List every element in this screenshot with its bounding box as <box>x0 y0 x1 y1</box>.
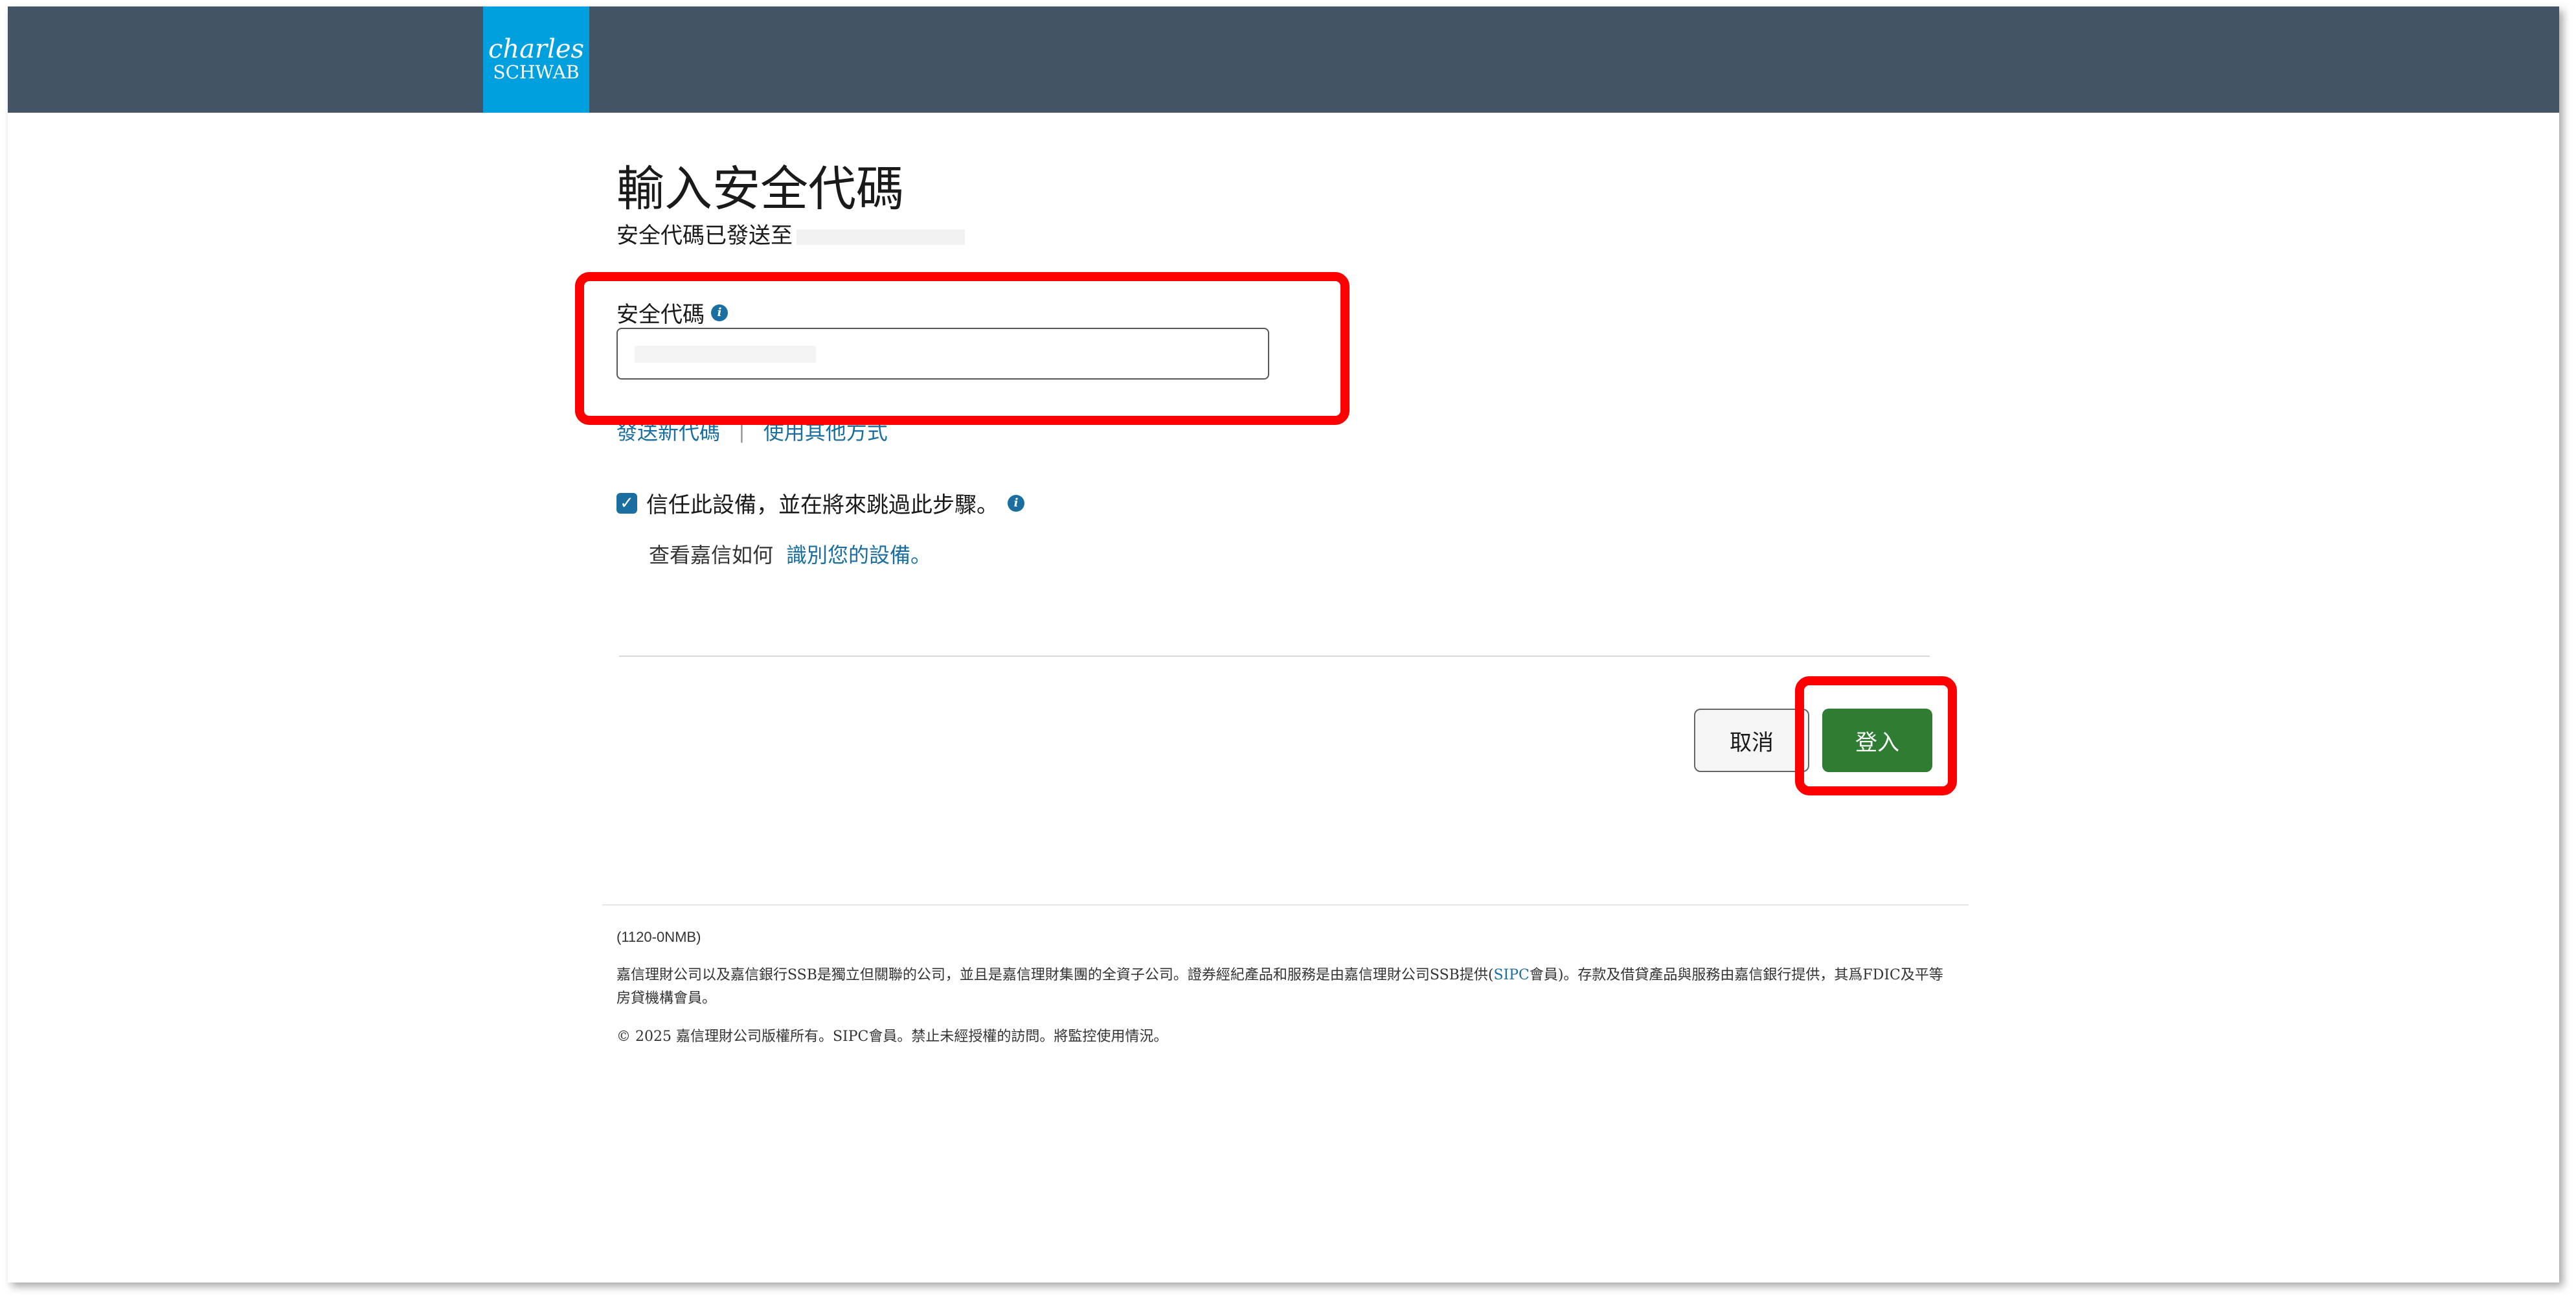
form-divider <box>619 656 1930 657</box>
security-code-label: 安全代碼 i <box>616 297 728 328</box>
cancel-button[interactable]: 取消 <box>1694 709 1809 772</box>
send-new-code-link[interactable]: 發送新代碼 <box>616 416 720 446</box>
footer-code: (1120-0NMB) <box>616 929 701 945</box>
device-help-row: 查看嘉信如何 識別您的設備。 <box>649 539 931 569</box>
trust-device-label: 信任此設備，並在將來跳過此步驟。 <box>646 492 999 518</box>
trust-device-checkbox[interactable]: ✓ <box>616 492 637 514</box>
link-separator: | <box>738 418 745 443</box>
logo-line-2: SCHWAB <box>493 62 580 83</box>
code-links: 發送新代碼 | 使用其他方式 <box>616 416 888 446</box>
logo-line-1: charles <box>488 34 585 64</box>
identify-device-link[interactable]: 識別您的設備。 <box>786 539 931 569</box>
footer-disclaimer: 嘉信理財公司以及嘉信銀行SSB是獨立但關聯的公司，並且是嘉信理財集團的全資子公司… <box>616 964 1944 1010</box>
redacted-destination <box>797 229 965 245</box>
subtitle-text: 安全代碼已發送至 <box>616 223 793 249</box>
use-other-method-link[interactable]: 使用其他方式 <box>763 416 888 446</box>
footer-copyright: © 2025 嘉信理財公司版權所有。SIPC會員。禁止未經授權的訪問。將監控使用… <box>616 1029 1168 1045</box>
disclaimer-text-1: 嘉信理財公司以及嘉信銀行SSB是獨立但關聯的公司，並且是嘉信理財集團的全資子公司… <box>616 967 1494 983</box>
info-icon[interactable]: i <box>711 304 728 321</box>
charles-schwab-logo[interactable]: charles SCHWAB <box>483 6 589 113</box>
security-code-label-text: 安全代碼 <box>616 302 705 328</box>
trust-device-row: ✓ 信任此設備，並在將來跳過此步驟。 i <box>616 487 1024 519</box>
security-code-input[interactable] <box>616 328 1269 380</box>
subtitle: 安全代碼已發送至 <box>616 218 965 249</box>
redacted-code-value <box>635 346 816 363</box>
browser-frame: charles SCHWAB 輸入安全代碼 安全代碼已發送至 安全代碼 i 發送… <box>8 6 2559 1283</box>
trust-info-icon[interactable]: i <box>1008 494 1024 512</box>
page-title: 輸入安全代碼 <box>616 161 904 217</box>
sipc-link[interactable]: SIPC <box>1493 967 1529 983</box>
device-help-text: 查看嘉信如何 <box>649 543 774 567</box>
footer-divider <box>602 904 1969 906</box>
top-header-bar: charles SCHWAB <box>8 6 2559 113</box>
login-button[interactable]: 登入 <box>1822 709 1932 772</box>
